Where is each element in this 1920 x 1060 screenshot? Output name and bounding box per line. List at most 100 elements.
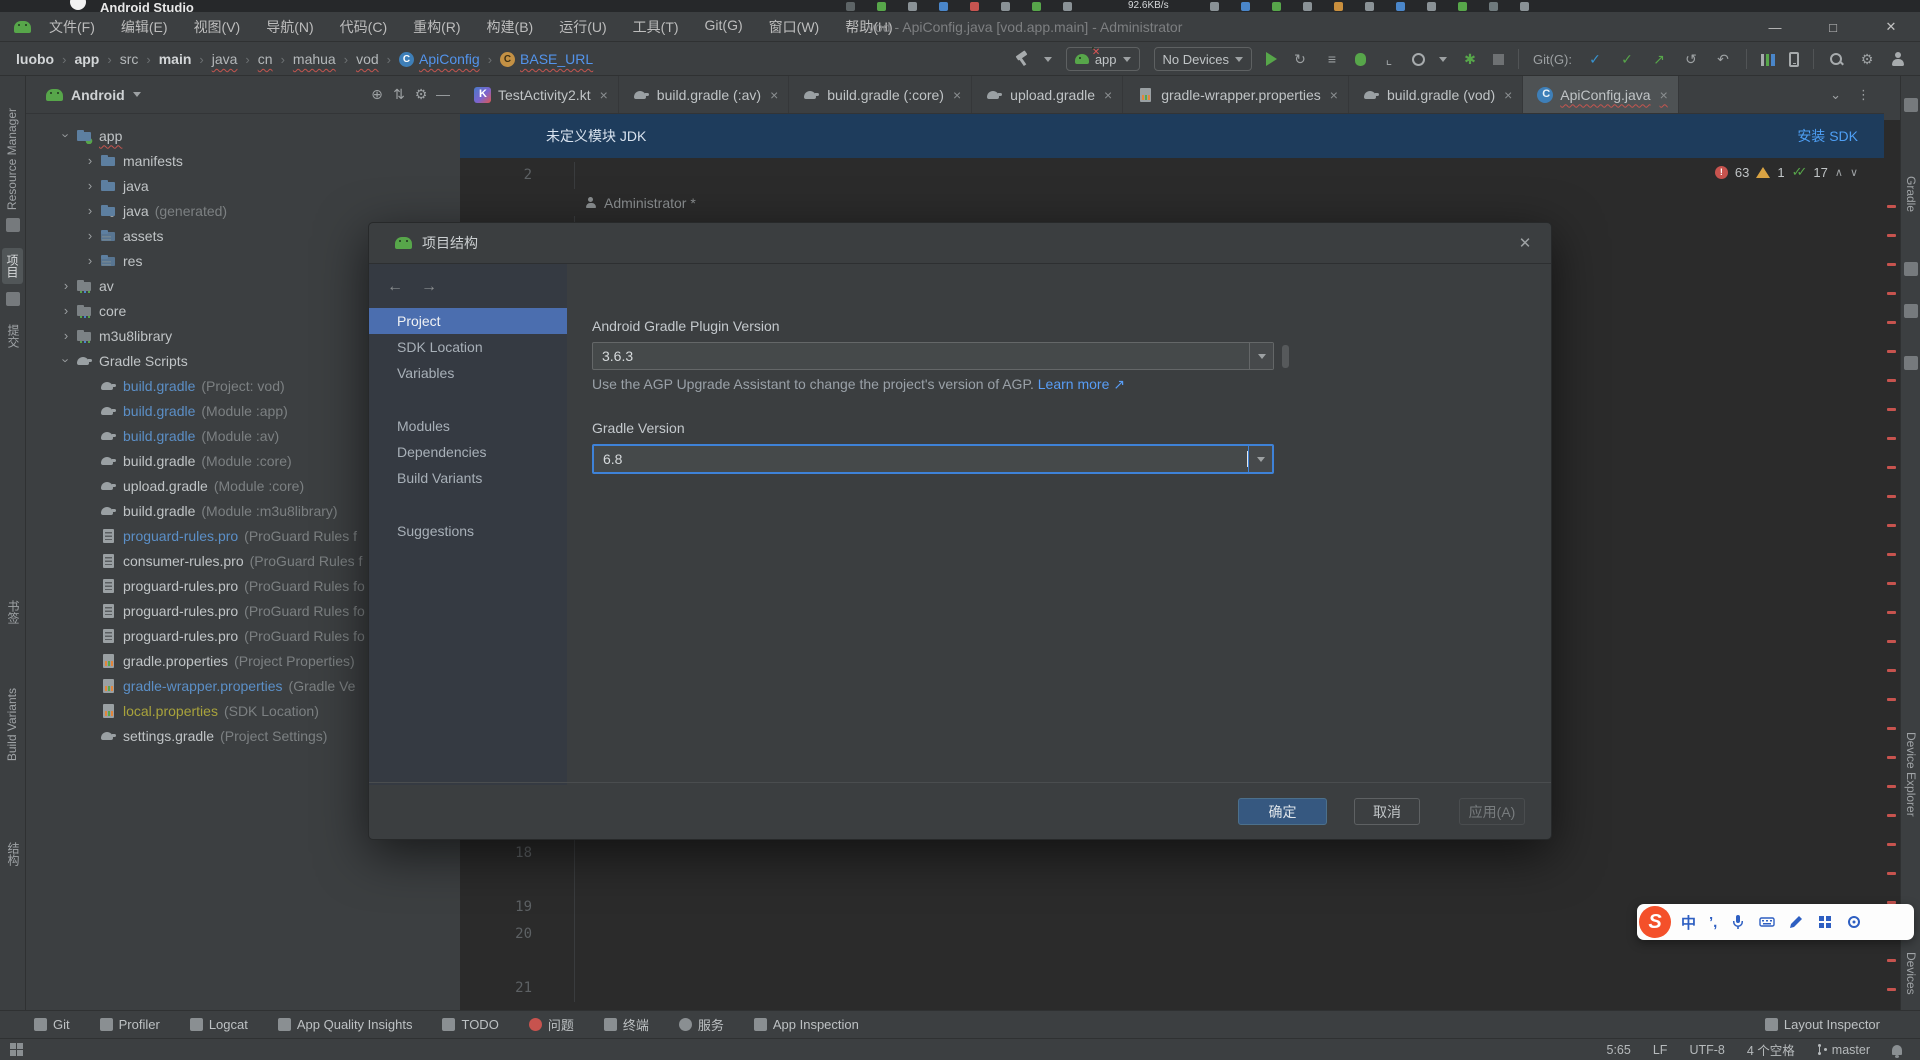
hidden-tabs-chevron-icon[interactable]: ⌄: [1830, 87, 1841, 103]
sogou-logo-icon[interactable]: S: [1639, 906, 1671, 938]
hide-panel-icon[interactable]: —: [432, 86, 454, 103]
menu-item[interactable]: 工具(T): [633, 17, 679, 37]
tab-close-icon[interactable]: ×: [1104, 87, 1112, 103]
menu-item[interactable]: 编辑(E): [121, 17, 168, 37]
error-stripe-mark[interactable]: [1887, 350, 1896, 353]
error-stripe-mark[interactable]: [1887, 408, 1896, 411]
build-hammer-icon[interactable]: [1014, 51, 1030, 67]
stop-button[interactable]: [1493, 54, 1504, 65]
tray-icon[interactable]: [1365, 2, 1374, 11]
device-phone-icon[interactable]: [1904, 304, 1918, 318]
tray-icon[interactable]: [1063, 2, 1072, 11]
apply-button[interactable]: 应用(A): [1459, 798, 1525, 825]
tray-icon[interactable]: [1032, 2, 1041, 11]
tray-icon[interactable]: [939, 2, 948, 11]
dialog-close-icon[interactable]: ✕: [1513, 234, 1537, 252]
tab-close-icon[interactable]: ×: [770, 87, 778, 103]
attach-debugger-icon[interactable]: ⌞: [1380, 50, 1398, 68]
tree-chevron-icon[interactable]: [56, 128, 76, 143]
breadcrumb-item[interactable]: C mahua: [273, 51, 336, 67]
layout-inspector-button[interactable]: Layout Inspector: [1765, 1017, 1920, 1032]
locate-file-icon[interactable]: ⊕: [366, 86, 388, 103]
tool-window-switcher-icon[interactable]: [10, 1043, 23, 1056]
notifications-bell-icon[interactable]: [1904, 98, 1918, 112]
error-stripe-mark[interactable]: [1887, 553, 1896, 556]
tab-close-icon[interactable]: ×: [1330, 87, 1338, 103]
error-stripe-mark[interactable]: [1887, 292, 1896, 295]
dialog-nav-item[interactable]: SDK Location: [369, 334, 567, 360]
forward-arrow-icon[interactable]: →: [421, 278, 437, 296]
breadcrumb-item[interactable]: C BASE_URL: [480, 51, 594, 67]
menu-item[interactable]: 视图(V): [194, 17, 241, 37]
tray-icon[interactable]: [846, 2, 855, 11]
error-stripe-mark[interactable]: [1887, 843, 1896, 846]
dialog-nav-item[interactable]: Dependencies: [369, 439, 567, 465]
menu-item[interactable]: Git(G): [705, 17, 743, 37]
error-stripe-mark[interactable]: [1887, 814, 1896, 817]
git-rollback-icon[interactable]: ↶: [1714, 50, 1732, 68]
handwriting-icon[interactable]: [1788, 914, 1804, 930]
tree-chevron-icon[interactable]: [56, 278, 76, 293]
breadcrumb-item[interactable]: C cn: [237, 51, 272, 67]
error-stripe-mark[interactable]: [1887, 495, 1896, 498]
stripe-build-variants[interactable]: Build Variants: [5, 688, 19, 761]
coverage-icon[interactable]: ✱: [1461, 50, 1479, 68]
breadcrumb-item[interactable]: C ApiConfig: [379, 51, 480, 67]
build-list-icon[interactable]: ≡: [1323, 50, 1341, 68]
tool-window-button[interactable]: Logcat: [190, 1015, 248, 1034]
error-stripe-mark[interactable]: [1887, 611, 1896, 614]
structure-icon[interactable]: [6, 218, 20, 232]
run-button[interactable]: [1266, 52, 1277, 66]
profiler-dropdown-icon[interactable]: [1439, 57, 1447, 62]
menu-item[interactable]: 运行(U): [559, 17, 606, 37]
dialog-nav-item[interactable]: Suggestions: [369, 518, 567, 544]
code-line[interactable]: 2 个用法: [460, 867, 1844, 894]
author-annotation[interactable]: Administrator *: [574, 189, 696, 216]
ime-language-toggle[interactable]: 中: [1681, 912, 1696, 933]
tray-icon[interactable]: [1489, 2, 1498, 11]
git-commit-icon[interactable]: ✓: [1618, 50, 1636, 68]
breadcrumb-item[interactable]: C main: [138, 51, 191, 67]
tray-icon[interactable]: [1241, 2, 1250, 11]
menu-item[interactable]: 窗口(W): [769, 17, 820, 37]
tree-chevron-icon[interactable]: [80, 203, 100, 218]
breadcrumb-item[interactable]: C vod: [336, 51, 379, 67]
tool-window-button[interactable]: App Quality Insights: [278, 1015, 413, 1034]
indent-setting[interactable]: 4 个空格: [1747, 1040, 1795, 1059]
tool-window-button[interactable]: 问题: [529, 1015, 574, 1034]
stripe-gradle[interactable]: Gradle: [1904, 176, 1918, 212]
error-stripe-mark[interactable]: [1887, 234, 1896, 237]
toolbox-icon[interactable]: [1817, 914, 1833, 930]
code-line[interactable]: 18 //上报观影时长: [460, 840, 1844, 867]
close-button[interactable]: ✕: [1862, 12, 1920, 42]
tray-icon[interactable]: [970, 2, 979, 11]
tray-icon[interactable]: [1427, 2, 1436, 11]
error-stripe-mark[interactable]: [1887, 437, 1896, 440]
breadcrumb-item[interactable]: C luobo: [16, 51, 54, 67]
tool-window-button[interactable]: 终端: [604, 1015, 649, 1034]
menu-item[interactable]: 构建(B): [487, 17, 534, 37]
tray-icon[interactable]: [877, 2, 886, 11]
menu-item[interactable]: 文件(F): [49, 17, 95, 37]
maximize-button[interactable]: □: [1804, 12, 1862, 42]
gradle-version-input[interactable]: [594, 451, 1251, 467]
search-icon[interactable]: [1828, 51, 1844, 67]
stripe-device-explorer[interactable]: Device Explorer: [1904, 732, 1918, 817]
dialog-title-bar[interactable]: 项目结构 ✕: [369, 223, 1551, 263]
tree-row[interactable]: java: [26, 173, 460, 198]
code-line[interactable]: 2 个用法: [460, 948, 1844, 975]
tray-icon[interactable]: [1396, 2, 1405, 11]
tree-chevron-icon[interactable]: [80, 253, 100, 268]
error-stripe-mark[interactable]: [1887, 872, 1896, 875]
install-sdk-link[interactable]: 安装 SDK: [1797, 126, 1858, 146]
layers-icon[interactable]: [1904, 262, 1918, 276]
tray-icon[interactable]: [1520, 2, 1529, 11]
error-stripe-mark[interactable]: [1887, 524, 1896, 527]
keyboard-icon[interactable]: [1759, 914, 1775, 930]
breadcrumb-item[interactable]: C java: [191, 51, 237, 67]
breadcrumb-item[interactable]: C app: [54, 51, 99, 67]
dialog-nav-item[interactable]: Variables: [369, 360, 567, 386]
translate-icon[interactable]: [1904, 356, 1918, 370]
tray-icon[interactable]: [1303, 2, 1312, 11]
device-manager-icon[interactable]: [1789, 52, 1799, 67]
